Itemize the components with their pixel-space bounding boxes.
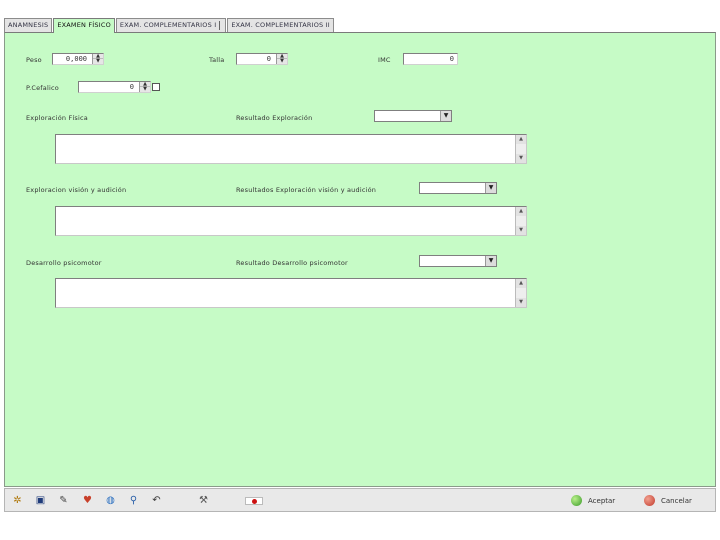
desarrollo-psicomotor-label: Desarrollo psicomotor bbox=[26, 259, 102, 267]
pen-icon[interactable]: ✎ bbox=[57, 494, 70, 507]
tab-label: EXAM. COMPLEMENTARIOS I bbox=[119, 21, 217, 29]
scrollbar[interactable]: ▲ ▼ bbox=[515, 279, 526, 307]
p-cefalico-value: 0 bbox=[129, 83, 134, 91]
spin-down-icon[interactable]: ▼ bbox=[277, 59, 287, 64]
peso-stepper[interactable]: 0,000 ▲ ▼ bbox=[52, 53, 104, 65]
tab-label: EXAMEN FÍSICO bbox=[57, 21, 111, 29]
peso-label: Peso bbox=[26, 56, 42, 64]
exploracion-vision-textarea[interactable]: ▲ ▼ bbox=[55, 206, 527, 236]
p-cefalico-stepper[interactable]: 0 ▲ ▼ bbox=[78, 81, 151, 93]
peso-spin[interactable]: ▲ ▼ bbox=[92, 54, 103, 64]
talla-stepper[interactable]: 0 ▲ ▼ bbox=[236, 53, 288, 65]
exploracion-vision-label: Exploracion visión y audición bbox=[26, 186, 127, 194]
spin-down-icon[interactable]: ▼ bbox=[140, 87, 150, 92]
peso-value: 0,000 bbox=[65, 55, 87, 63]
imc-field[interactable]: 0 bbox=[403, 53, 458, 65]
tab-label: EXAM. COMPLEMENTARIOS II bbox=[231, 21, 330, 29]
talla-spin[interactable]: ▲ ▼ bbox=[276, 54, 287, 64]
talla-label: Talla bbox=[209, 56, 225, 64]
spin-down-icon[interactable]: ▼ bbox=[93, 59, 103, 64]
check-icon bbox=[571, 495, 582, 506]
gear-icon[interactable]: ✲ bbox=[11, 494, 24, 507]
search-icon[interactable]: ⚲ bbox=[127, 494, 140, 507]
resultado-desarrollo-label: Resultado Desarrollo psicomotor bbox=[236, 259, 348, 267]
chevron-down-icon[interactable]: ▼ bbox=[485, 183, 496, 193]
tab-exam-complementarios-1[interactable]: EXAM. COMPLEMENTARIOS I bbox=[115, 18, 227, 32]
bottom-toolbar: ✲ ▣ ✎ ♥ ◍ ⚲ ↶ ⚒ Aceptar Cancelar bbox=[4, 488, 716, 512]
tab-label: ANAMNESIS bbox=[8, 21, 49, 29]
resultado-desarrollo-select[interactable]: ▼ bbox=[419, 255, 497, 267]
scroll-up-icon[interactable]: ▲ bbox=[516, 279, 526, 288]
chevron-down-icon[interactable]: ▼ bbox=[440, 111, 451, 121]
talla-value: 0 bbox=[266, 55, 271, 63]
scroll-down-icon[interactable]: ▼ bbox=[516, 154, 526, 163]
exploracion-fisica-textarea[interactable]: ▲ ▼ bbox=[55, 134, 527, 164]
undo-icon[interactable]: ↶ bbox=[150, 494, 163, 507]
heart-icon[interactable]: ♥ bbox=[81, 494, 94, 507]
tab-exam-complementarios-2[interactable]: EXAM. COMPLEMENTARIOS II bbox=[227, 18, 334, 32]
flag-icon[interactable] bbox=[245, 497, 263, 505]
accept-label: Aceptar bbox=[588, 496, 616, 505]
imc-label: IMC bbox=[378, 56, 391, 64]
scrollbar[interactable]: ▲ ▼ bbox=[515, 207, 526, 235]
cancel-label: Cancelar bbox=[661, 496, 692, 505]
resultado-exploracion-label: Resultado Exploración bbox=[236, 114, 313, 122]
save-icon[interactable]: ▣ bbox=[34, 494, 47, 507]
accept-button[interactable]: Aceptar bbox=[571, 493, 615, 508]
tab-strip: ANAMNESIS EXAMEN FÍSICO EXAM. COMPLEMENT… bbox=[4, 18, 335, 33]
application-window: ANAMNESIS EXAMEN FÍSICO EXAM. COMPLEMENT… bbox=[0, 0, 720, 540]
tab-separator bbox=[219, 20, 222, 30]
globe-icon[interactable]: ◍ bbox=[104, 494, 117, 507]
chevron-down-icon[interactable]: ▼ bbox=[485, 256, 496, 266]
tab-examen-fisico[interactable]: EXAMEN FÍSICO bbox=[53, 18, 115, 33]
p-cefalico-label: P.Cefalico bbox=[26, 84, 59, 92]
scroll-down-icon[interactable]: ▼ bbox=[516, 226, 526, 235]
close-icon bbox=[644, 495, 655, 506]
exploracion-fisica-label: Exploración Física bbox=[26, 114, 88, 122]
scroll-down-icon[interactable]: ▼ bbox=[516, 298, 526, 307]
scroll-up-icon[interactable]: ▲ bbox=[516, 207, 526, 216]
resultado-exploracion-select[interactable]: ▼ bbox=[374, 110, 452, 122]
desarrollo-psicomotor-textarea[interactable]: ▲ ▼ bbox=[55, 278, 527, 308]
tools-icon[interactable]: ⚒ bbox=[197, 494, 210, 507]
imc-value: 0 bbox=[449, 55, 454, 63]
cancel-button[interactable]: Cancelar bbox=[644, 493, 692, 508]
scrollbar[interactable]: ▲ ▼ bbox=[515, 135, 526, 163]
resultados-exploracion-vision-label: Resultados Exploración visión y audición bbox=[236, 186, 377, 194]
resultados-exploracion-vision-select[interactable]: ▼ bbox=[419, 182, 497, 194]
p-cefalico-checkbox[interactable] bbox=[152, 83, 160, 91]
examen-fisico-panel: Peso 0,000 ▲ ▼ Talla 0 ▲ ▼ IMC 0 P.Cefalic… bbox=[4, 32, 716, 487]
scroll-up-icon[interactable]: ▲ bbox=[516, 135, 526, 144]
tab-anamnesis[interactable]: ANAMNESIS bbox=[4, 18, 53, 32]
p-cefalico-spin[interactable]: ▲ ▼ bbox=[139, 82, 150, 92]
